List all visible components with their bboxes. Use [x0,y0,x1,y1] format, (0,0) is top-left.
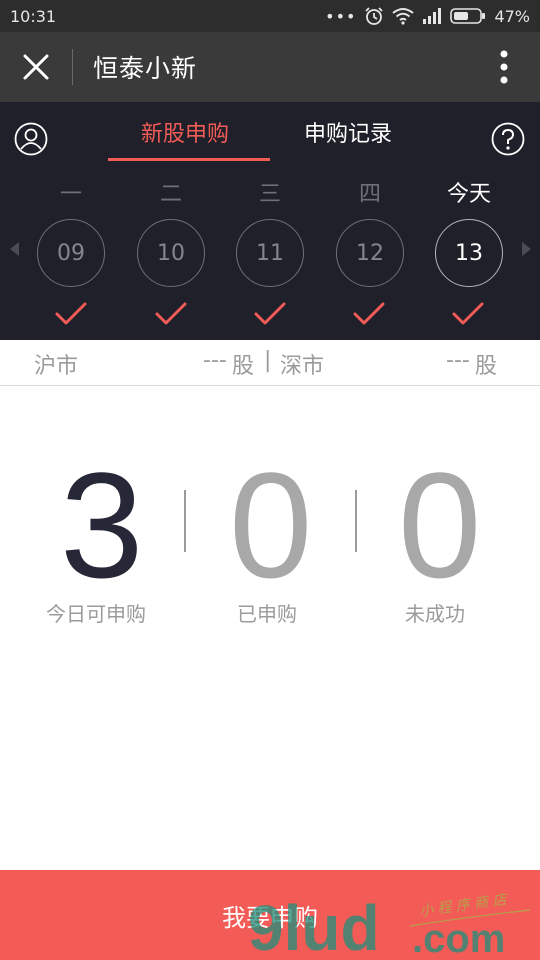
battery-percent: 47% [494,6,530,26]
date-circle[interactable]: 10 [137,219,205,287]
next-week-icon[interactable] [522,242,531,256]
stat-divider [355,490,357,552]
weekday-label: 三 [258,182,281,207]
date-circle[interactable]: 12 [336,219,404,287]
market-separator: | [264,348,272,373]
date-circle[interactable]: 11 [236,219,304,287]
close-icon [23,54,49,80]
alarm-icon [365,7,384,25]
status-bar: 10:31 ••• 47% [0,0,540,32]
weekday-label: 一 [59,182,82,207]
available-today-count: 3 [60,441,144,609]
more-vertical-icon [500,50,508,84]
date-circle-today[interactable]: 13 [435,219,503,287]
prev-week-icon[interactable] [10,242,19,256]
sz-market-value: --- [446,348,470,373]
date-circle[interactable]: 09 [37,219,105,287]
help-icon[interactable] [491,122,525,156]
calendar-panel: 新股申购 申购记录 一 09 二 10 三 11 四 12 今天 13 [0,102,540,340]
stat-divider [184,490,186,552]
user-icon[interactable] [14,122,48,156]
unsuccessful-count: 0 [398,441,482,609]
tab-active-indicator [108,158,270,161]
page-title: 恒泰小新 [93,54,198,83]
subscribed-count: 0 [229,441,313,609]
title-bar: 恒泰小新 [0,32,540,102]
sh-market-unit: 股 [232,354,255,379]
battery-icon [450,8,486,24]
tab-new-stock[interactable]: 新股申购 [141,116,229,148]
status-icons: ••• 47% [325,6,530,26]
market-summary: 沪市 --- 股 | 深市 --- 股 [0,340,540,386]
subscribed-label: 已申购 [237,602,297,626]
tab-subscription-records[interactable]: 申购记录 [304,116,392,148]
sz-market-unit: 股 [475,354,498,379]
check-icon [254,302,286,325]
status-time: 10:31 [10,6,57,26]
weekday-label-today: 今天 [446,182,491,207]
wifi-icon [392,8,415,25]
title-divider [72,49,73,85]
weekday-label: 四 [358,182,381,207]
sz-market-label: 深市 [280,354,325,379]
tab-bar: 新股申购 申购记录 [0,102,540,174]
sh-market-label: 沪市 [34,354,79,379]
more-options-button[interactable] [468,32,540,102]
subscribe-button[interactable]: 我要申购 [0,870,540,960]
unsuccessful-label: 未成功 [405,602,465,626]
available-today-label: 今日可申购 [46,602,146,626]
more-dots-icon: ••• [325,6,357,26]
sh-market-value: --- [203,348,227,373]
close-button[interactable] [0,32,72,102]
check-icon [55,302,87,325]
weekday-label: 二 [159,182,182,207]
signal-icon [423,8,442,24]
subscription-stats: 3 今日可申购 0 已申购 0 未成功 [0,440,540,640]
check-icon [353,302,385,325]
check-icon [452,302,484,325]
check-icon [155,302,187,325]
